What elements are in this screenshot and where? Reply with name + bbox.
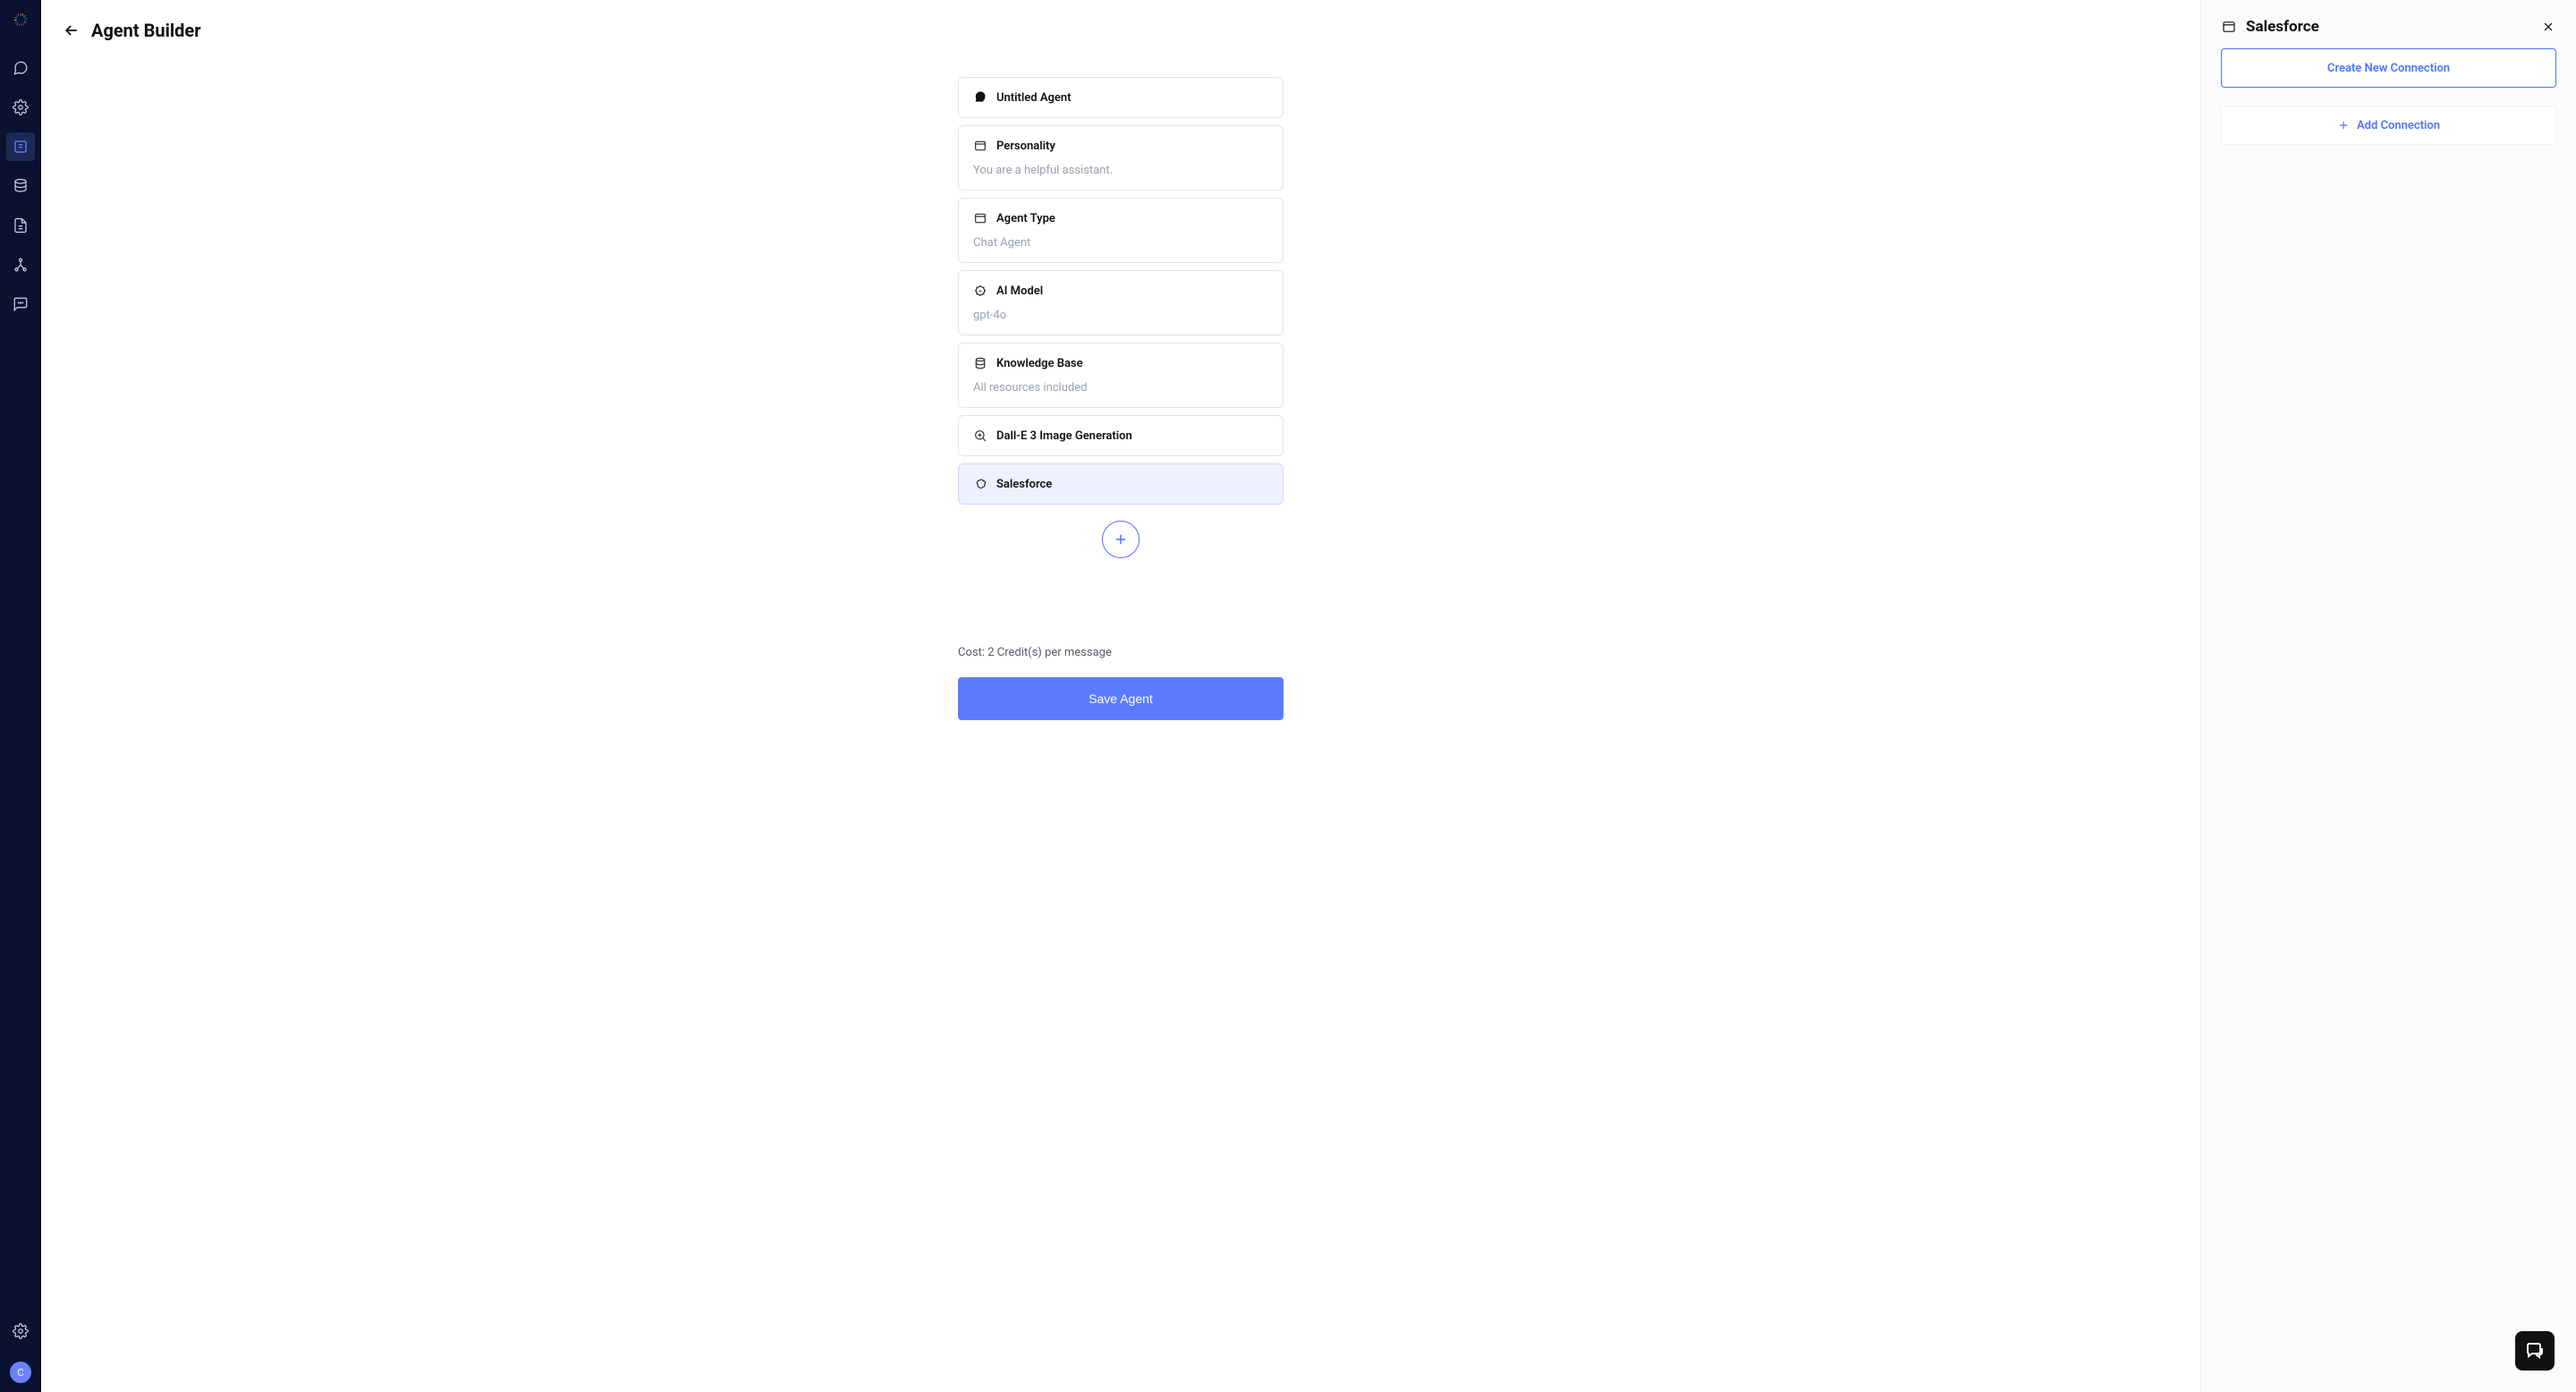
ai-model-value: gpt-4o	[973, 309, 1268, 322]
agent-type-label: Agent Type	[996, 212, 1055, 225]
personality-icon	[973, 139, 987, 153]
side-rail: C	[0, 0, 41, 1392]
card-agent-name[interactable]: Untitled Agent	[958, 77, 1284, 118]
settings-icon	[13, 1323, 29, 1339]
add-card-button[interactable]	[1102, 521, 1140, 558]
builder-area: Untitled Agent Personality You are a hel…	[41, 41, 2200, 1392]
page-title: Agent Builder	[91, 20, 201, 41]
salesforce-icon	[973, 477, 987, 491]
share-icon	[13, 257, 29, 273]
panel-title-icon	[2221, 19, 2237, 35]
card-dalle[interactable]: Dall-E 3 Image Generation	[958, 415, 1284, 456]
nav-settings[interactable]	[6, 1317, 35, 1345]
main-content: Agent Builder Untitled Agent Personality…	[41, 0, 2200, 1392]
nav-members[interactable]	[6, 250, 35, 279]
user-avatar[interactable]: C	[10, 1362, 31, 1383]
cost-text: Cost: 2 Credit(s) per message	[958, 646, 1284, 659]
panel-header: Salesforce	[2221, 18, 2556, 36]
logo-icon	[13, 12, 29, 28]
image-gen-icon	[973, 429, 987, 443]
nav-chat[interactable]	[6, 54, 35, 82]
create-connection-button[interactable]: Create New Connection	[2221, 48, 2556, 88]
nav-automations[interactable]	[6, 93, 35, 122]
card-stack: Untitled Agent Personality You are a hel…	[958, 77, 1284, 720]
add-connection-label: Add Connection	[2357, 119, 2440, 132]
app-logo	[8, 7, 33, 32]
chat-bubble-icon	[2524, 1340, 2546, 1362]
nav-documents[interactable]	[6, 211, 35, 240]
save-agent-button[interactable]: Save Agent	[958, 677, 1284, 720]
kb-value: All resources included	[973, 381, 1268, 395]
nav-database[interactable]	[6, 172, 35, 200]
agent-type-icon	[973, 211, 987, 225]
panel-title: Salesforce	[2246, 18, 2531, 36]
agent-name-label: Untitled Agent	[996, 91, 1072, 105]
nav-messages[interactable]	[6, 290, 35, 318]
add-connection-button[interactable]: Add Connection	[2221, 106, 2556, 145]
card-salesforce[interactable]: Salesforce	[958, 463, 1284, 505]
card-knowledge-base[interactable]: Knowledge Base All resources included	[958, 343, 1284, 408]
card-agent-type[interactable]: Agent Type Chat Agent	[958, 198, 1284, 263]
knowledge-base-icon	[973, 356, 987, 370]
ai-model-icon: AI	[973, 284, 987, 298]
personality-value: You are a helpful assistant.	[973, 164, 1268, 177]
dalle-label: Dall-E 3 Image Generation	[996, 429, 1132, 443]
plus-small-icon	[2337, 119, 2350, 132]
plus-icon	[1113, 531, 1129, 547]
agent-head-icon	[973, 90, 987, 105]
agent-type-value: Chat Agent	[973, 236, 1268, 250]
card-ai-model[interactable]: AI AI Model gpt-4o	[958, 270, 1284, 335]
back-button[interactable]	[63, 21, 80, 39]
chat-fab[interactable]	[2515, 1331, 2555, 1371]
personality-label: Personality	[996, 140, 1055, 153]
ai-model-label: AI Model	[996, 284, 1043, 298]
right-panel: Salesforce Create New Connection Add Con…	[2200, 0, 2576, 1392]
salesforce-label: Salesforce	[996, 478, 1052, 491]
close-icon	[2541, 20, 2555, 34]
kb-label: Knowledge Base	[996, 357, 1083, 370]
arrow-left-icon	[63, 21, 80, 39]
agent-builder-icon	[13, 139, 29, 155]
document-icon	[13, 217, 29, 233]
svg-text:AI: AI	[979, 289, 981, 293]
panel-close-button[interactable]	[2540, 19, 2556, 35]
messages-icon	[13, 296, 29, 312]
gear-icon	[13, 99, 29, 115]
page-header: Agent Builder	[41, 0, 2200, 41]
card-personality[interactable]: Personality You are a helpful assistant.	[958, 125, 1284, 191]
nav-agent-builder[interactable]	[6, 132, 35, 161]
database-icon	[13, 178, 29, 194]
chat-icon	[13, 60, 29, 76]
